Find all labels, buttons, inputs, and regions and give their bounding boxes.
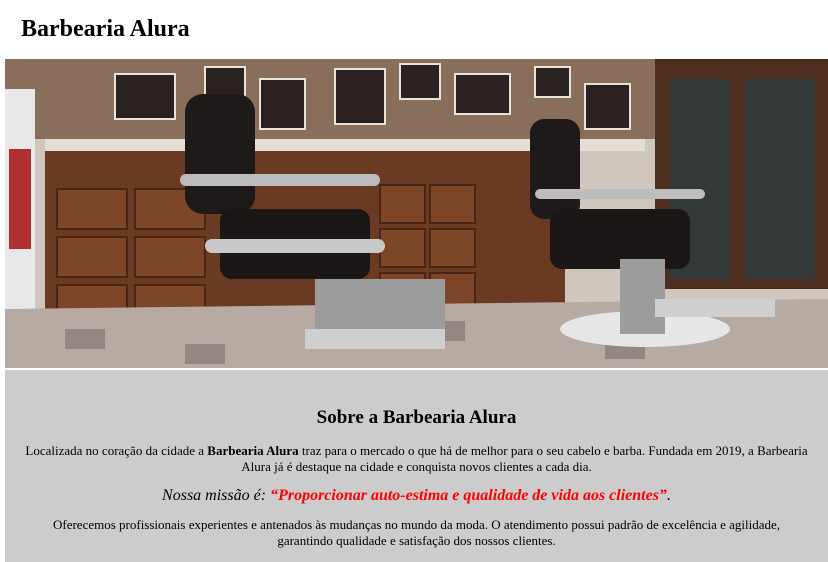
- page-title: Barbearia Alura: [21, 16, 190, 42]
- about-paragraph: Localizada no coração da cidade a Barbea…: [25, 443, 808, 475]
- mission-end: .: [666, 487, 671, 504]
- mission-quote: “Proporcionar auto-estima e qualidade de…: [270, 487, 667, 504]
- about-text-end: traz para o mercado o que há de melhor p…: [241, 443, 808, 474]
- about-text-bold: Barbearia Alura: [207, 443, 299, 458]
- barbershop-photo: [5, 59, 828, 368]
- about-title: Sobre a Barbearia Alura: [316, 407, 517, 428]
- about-text-start: Localizada no coração da cidade a: [25, 443, 208, 458]
- page-header: Barbearia Alura: [21, 14, 190, 44]
- mission-paragraph: Nossa missão é: “Proporcionar auto-estim…: [25, 486, 808, 505]
- mission-label: Nossa missão é:: [162, 487, 271, 504]
- about-section: Sobre a Barbearia Alura Localizada no co…: [5, 370, 828, 562]
- hero-image: [5, 59, 828, 368]
- services-paragraph: Oferecemos profissionais experientes e a…: [52, 517, 781, 548]
